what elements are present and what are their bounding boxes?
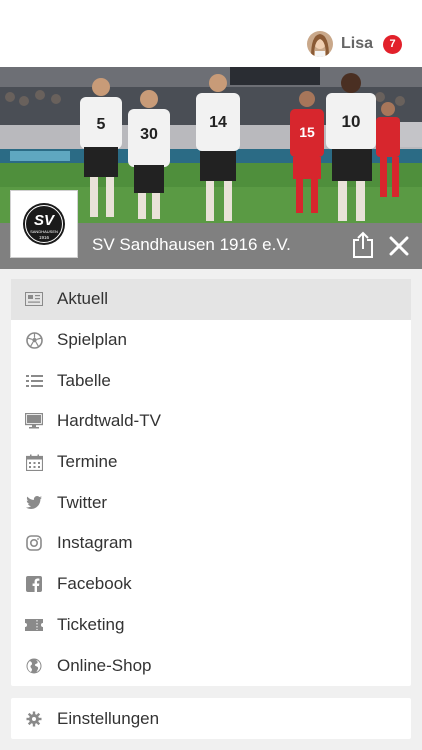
menu-item-ticketing[interactable]: Ticketing: [11, 605, 411, 646]
soccer-ball-icon: [25, 331, 43, 349]
menu-item-label: Aktuell: [57, 289, 109, 309]
menu-item-facebook[interactable]: Facebook: [11, 564, 411, 605]
globe-icon: [25, 657, 43, 675]
menu-item-label: Online-Shop: [57, 655, 152, 675]
close-button[interactable]: [386, 233, 412, 259]
menu-item-label: Hardtwald-TV: [57, 411, 161, 431]
menu-item-label: Tabelle: [57, 370, 111, 390]
user-name[interactable]: Lisa: [341, 35, 373, 53]
menu-item-hardtwald-tv[interactable]: Hardtwald-TV: [11, 401, 411, 442]
navigation-menu: Aktuell Spielplan Tabelle Hardtwald-TV T…: [11, 279, 411, 686]
twitter-icon: [25, 494, 43, 512]
menu-item-label: Spielplan: [57, 330, 127, 350]
menu-item-online-shop[interactable]: Online-Shop: [11, 645, 411, 686]
menu-item-aktuell[interactable]: Aktuell: [11, 279, 411, 320]
avatar[interactable]: [306, 31, 333, 57]
svg-text:1916: 1916: [39, 235, 50, 240]
ticket-icon: [25, 616, 43, 634]
menu-item-label: Termine: [57, 452, 118, 472]
instagram-icon: [25, 534, 43, 552]
facebook-icon: [25, 575, 43, 593]
calendar-icon: [25, 453, 43, 471]
svg-text:SANDHAUSEN: SANDHAUSEN: [30, 229, 58, 234]
menu-item-instagram[interactable]: Instagram: [11, 523, 411, 564]
gear-icon: [25, 710, 43, 728]
top-bar: Lisa 7: [0, 0, 422, 67]
menu-item-label: Facebook: [57, 574, 132, 594]
jersey-number: 10: [342, 112, 361, 131]
club-name: SV Sandhausen 1916 e.V.: [92, 235, 291, 254]
jersey-number: 15: [299, 124, 315, 140]
settings-item[interactable]: Einstellungen: [11, 698, 411, 739]
user-profile[interactable]: Lisa 7: [306, 30, 402, 58]
share-button[interactable]: [350, 231, 376, 259]
settings-label: Einstellungen: [57, 708, 160, 728]
notification-badge[interactable]: 7: [383, 34, 402, 54]
menu-item-spielplan[interactable]: Spielplan: [11, 320, 411, 361]
svg-text:SV: SV: [34, 212, 56, 229]
menu-item-label: Ticketing: [57, 614, 125, 634]
menu-item-twitter[interactable]: Twitter: [11, 482, 411, 523]
share-icon: [353, 231, 373, 258]
menu-item-label: Instagram: [57, 533, 133, 553]
close-icon: [389, 236, 409, 256]
monitor-icon: [25, 412, 43, 430]
menu-item-tabelle[interactable]: Tabelle: [11, 360, 411, 401]
jersey-number: 5: [97, 116, 106, 133]
menu-item-termine[interactable]: Termine: [11, 442, 411, 483]
jersey-number: 30: [140, 126, 158, 143]
menu-item-label: Twitter: [57, 492, 108, 512]
jersey-number: 14: [209, 114, 227, 131]
club-logo: SV SANDHAUSEN 1916: [10, 190, 78, 258]
newspaper-icon: [25, 290, 43, 308]
list-icon: [25, 372, 43, 390]
